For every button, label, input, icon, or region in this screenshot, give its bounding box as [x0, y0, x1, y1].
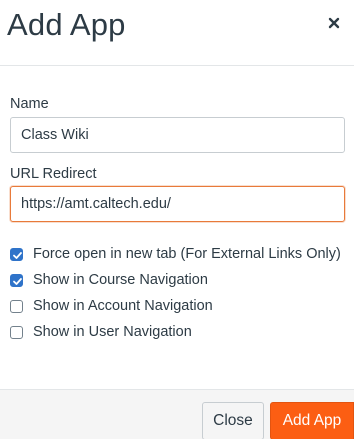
checkmark-icon [13, 251, 22, 259]
dialog-title: Add App [7, 7, 126, 42]
name-input[interactable] [10, 117, 345, 153]
option-course-navigation[interactable]: Show in Course Navigation [10, 270, 208, 290]
option-label-course-navigation: Show in Course Navigation [33, 272, 208, 288]
url-redirect-input[interactable] [10, 186, 345, 222]
add-app-button[interactable]: Add App [270, 402, 354, 439]
checkbox-course-navigation[interactable] [10, 273, 23, 287]
checkbox-account-navigation[interactable] [10, 299, 23, 313]
close-x-icon[interactable] [324, 13, 344, 33]
option-label-account-navigation: Show in Account Navigation [33, 298, 213, 314]
option-user-navigation[interactable]: Show in User Navigation [10, 322, 192, 342]
close-button[interactable]: Close [202, 402, 264, 439]
option-label-user-navigation: Show in User Navigation [33, 324, 192, 340]
name-label: Name [10, 96, 49, 112]
url-redirect-label: URL Redirect [10, 166, 97, 182]
checkbox-user-navigation[interactable] [10, 325, 23, 339]
dialog-header: Add App [0, 0, 354, 66]
checkbox-force-new-tab[interactable] [10, 247, 23, 261]
option-label-force-new-tab: Force open in new tab (For External Link… [33, 246, 341, 262]
option-account-navigation[interactable]: Show in Account Navigation [10, 296, 213, 316]
dialog-footer: Close Add App [0, 389, 354, 439]
checkmark-icon [13, 277, 22, 285]
add-app-dialog: Add App Name URL Redirect Force open in … [0, 0, 354, 439]
option-force-new-tab[interactable]: Force open in new tab (For External Link… [10, 244, 341, 264]
